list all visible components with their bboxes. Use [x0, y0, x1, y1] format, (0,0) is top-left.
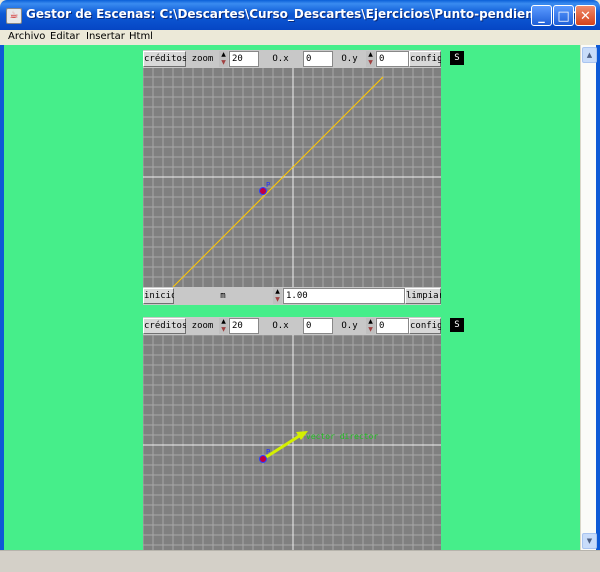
menu-bar: Archivo Editar Insertar Html	[0, 30, 600, 45]
window-frame-right	[596, 45, 600, 550]
vector-label: vector director	[306, 432, 378, 441]
oy-label: O.y	[333, 318, 366, 334]
menu-archivo[interactable]: Archivo	[8, 31, 45, 42]
window-title: Gestor de Escenas: C:\Descartes\Curso_De…	[26, 7, 579, 21]
menu-html[interactable]: Html	[129, 31, 153, 42]
status-bar	[0, 550, 600, 572]
ox-field[interactable]: 0	[303, 51, 333, 67]
ox-field[interactable]: 0	[303, 318, 333, 334]
menu-insertar[interactable]: Insertar	[86, 31, 125, 42]
scroll-thumb[interactable]	[582, 63, 595, 531]
scroll-up-icon[interactable]: ▲	[582, 47, 597, 63]
oy-field[interactable]: 0	[376, 51, 409, 67]
scene2-graph[interactable]: Pvector director	[143, 335, 441, 550]
title-bar: ☕ Gestor de Escenas: C:\Descartes\Curso_…	[0, 0, 600, 30]
scene-1: créditos zoom ▲ ▼ 20 O.x 0 O.y ▲ ▼ 0 confi…	[143, 50, 441, 305]
inicio-button[interactable]: inicio	[143, 288, 177, 304]
config-button[interactable]: config	[409, 318, 441, 334]
zoom-spinner[interactable]: ▲ ▼	[219, 318, 228, 334]
m-label: m	[174, 288, 272, 304]
scene-2: créditos zoom ▲ ▼ 20 O.x 0 O.y ▲ ▼ 0 confi…	[143, 317, 441, 550]
scene2-s-button[interactable]: S	[450, 318, 464, 332]
close-button[interactable]: ✕	[575, 5, 596, 26]
limpiar-button[interactable]: limpiar	[405, 288, 441, 304]
maximize-button[interactable]: □	[553, 5, 574, 26]
point-p-label: P	[266, 448, 270, 456]
zoom-label: zoom	[186, 318, 219, 334]
oy-spinner[interactable]: ▲ ▼	[366, 51, 375, 67]
slope-line	[172, 76, 384, 287]
java-cup-icon: ☕	[6, 8, 22, 24]
minimize-button[interactable]: _	[531, 5, 552, 26]
config-button[interactable]: config	[409, 51, 441, 67]
creditos-button[interactable]: créditos	[143, 318, 187, 334]
oy-label: O.y	[333, 51, 366, 67]
scroll-down-icon[interactable]: ▼	[582, 533, 597, 549]
ox-label: O.x	[259, 318, 302, 334]
scene1-s-button[interactable]: S	[450, 51, 464, 65]
scene1-graph[interactable]: P	[143, 68, 441, 287]
scene1-bottom-bar: inicio m ▲ ▼ 1.00 limpiar	[143, 287, 441, 305]
zoom-spinner[interactable]: ▲ ▼	[219, 51, 228, 67]
m-field[interactable]: 1.00	[283, 288, 405, 304]
oy-spinner[interactable]: ▲ ▼	[366, 318, 375, 334]
oy-field[interactable]: 0	[376, 318, 409, 334]
scene1-toolbar: créditos zoom ▲ ▼ 20 O.x 0 O.y ▲ ▼ 0 confi…	[143, 50, 441, 68]
menu-editar[interactable]: Editar	[50, 31, 80, 42]
scene2-toolbar: créditos zoom ▲ ▼ 20 O.x 0 O.y ▲ ▼ 0 confi…	[143, 317, 441, 335]
ox-label: O.x	[259, 51, 302, 67]
point-p	[259, 455, 267, 463]
point-p-label: P	[266, 181, 270, 189]
m-spinner[interactable]: ▲ ▼	[273, 288, 282, 304]
zoom-field[interactable]: 20	[229, 51, 259, 67]
zoom-label: zoom	[186, 51, 219, 67]
creditos-button[interactable]: créditos	[143, 51, 187, 67]
zoom-field[interactable]: 20	[229, 318, 259, 334]
vertical-scrollbar[interactable]: ▲ ▼	[580, 45, 597, 550]
